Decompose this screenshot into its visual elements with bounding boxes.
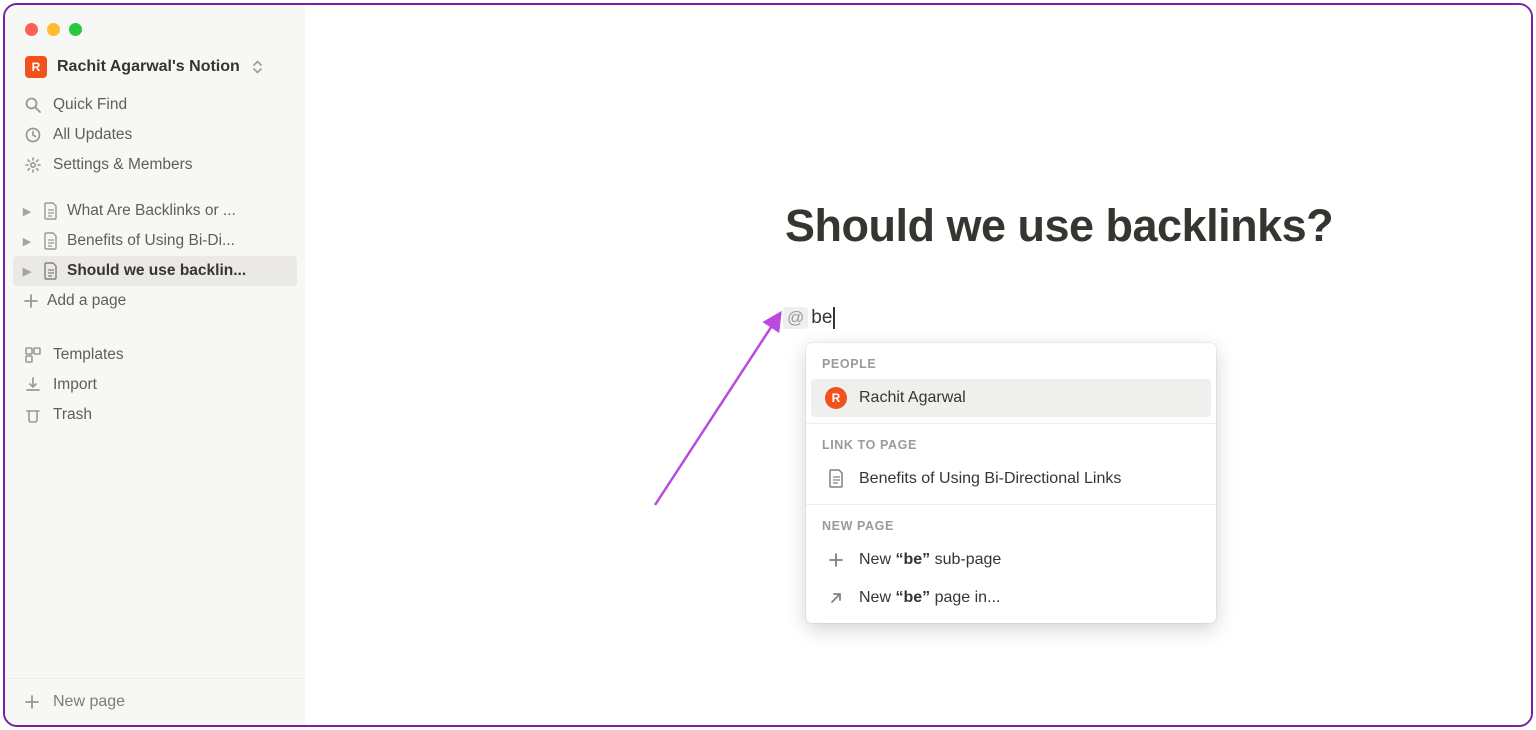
mention-link-page-item[interactable]: Benefits of Using Bi-Directional Links (811, 460, 1211, 498)
mention-query-text: be (811, 307, 832, 329)
section-label-newpage: NEW PAGE (806, 505, 1216, 541)
disclosure-triangle-icon[interactable]: ▶ (19, 265, 35, 278)
sidebar-bottom-nav: Templates Import Trash (5, 320, 305, 432)
workspace-switcher[interactable]: R Rachit Agarwal's Notion (5, 36, 305, 88)
editor-line[interactable]: @ be (783, 307, 835, 329)
workspace-name: Rachit Agarwal's Notion (57, 58, 240, 76)
mention-person-item[interactable]: R Rachit Agarwal (811, 379, 1211, 417)
templates-button[interactable]: Templates (13, 340, 297, 370)
import-icon (23, 375, 43, 395)
all-updates-label: All Updates (53, 126, 132, 144)
new-page-button[interactable]: New page (5, 678, 305, 725)
clock-icon (23, 125, 43, 145)
fullscreen-window-button[interactable] (69, 23, 82, 36)
new-page-in-label: New “be” page in... (859, 589, 1000, 607)
import-label: Import (53, 376, 97, 394)
page-icon (41, 261, 61, 281)
sidebar-top-nav: Quick Find All Updates Settings & Member… (5, 88, 305, 182)
new-page-in-item[interactable]: New “be” page in... (811, 579, 1211, 623)
quick-find-button[interactable]: Quick Find (13, 90, 297, 120)
arrow-up-right-icon (825, 587, 847, 609)
person-name: Rachit Agarwal (859, 389, 966, 407)
sidebar-pages: ▶ What Are Backlinks or ... ▶ Benefits o… (5, 182, 305, 320)
new-sub-page-label: New “be” sub-page (859, 551, 1001, 569)
all-updates-button[interactable]: All Updates (13, 120, 297, 150)
add-a-page-button[interactable]: Add a page (13, 286, 297, 316)
workspace-badge: R (25, 56, 47, 78)
section-label-link: LINK TO PAGE (806, 424, 1216, 460)
mention-menu: PEOPLE R Rachit Agarwal LINK TO PAGE Ben… (806, 343, 1216, 623)
sidebar-page-what-are-backlinks[interactable]: ▶ What Are Backlinks or ... (13, 196, 297, 226)
page-label: What Are Backlinks or ... (67, 202, 236, 220)
plus-icon (825, 549, 847, 571)
settings-button[interactable]: Settings & Members (13, 150, 297, 180)
gear-icon (23, 155, 43, 175)
new-sub-page-item[interactable]: New “be” sub-page (811, 541, 1211, 579)
trash-button[interactable]: Trash (13, 400, 297, 430)
close-window-button[interactable] (25, 23, 38, 36)
sidebar-page-should-we-use-backlinks[interactable]: ▶ Should we use backlin... (13, 256, 297, 286)
sidebar-page-benefits[interactable]: ▶ Benefits of Using Bi-Di... (13, 226, 297, 256)
add-page-label: Add a page (47, 292, 126, 310)
text-cursor (833, 307, 835, 329)
page-label: Should we use backlin... (67, 262, 246, 280)
link-page-name: Benefits of Using Bi-Directional Links (859, 470, 1121, 488)
page-icon (41, 231, 61, 251)
disclosure-triangle-icon[interactable]: ▶ (19, 205, 35, 218)
plus-icon (23, 693, 41, 711)
new-page-label: New page (53, 693, 125, 711)
plus-icon (21, 291, 41, 311)
page-label: Benefits of Using Bi-Di... (67, 232, 235, 250)
trash-icon (23, 405, 43, 425)
app-window: R Rachit Agarwal's Notion Quick Find All… (3, 3, 1533, 727)
templates-label: Templates (53, 346, 124, 364)
minimize-window-button[interactable] (47, 23, 60, 36)
mention-token: @ (783, 307, 808, 329)
page-icon (41, 201, 61, 221)
at-symbol: @ (787, 308, 804, 328)
settings-label: Settings & Members (53, 156, 193, 174)
disclosure-triangle-icon[interactable]: ▶ (19, 235, 35, 248)
sidebar: R Rachit Agarwal's Notion Quick Find All… (5, 5, 305, 725)
import-button[interactable]: Import (13, 370, 297, 400)
chevron-updown-icon (252, 60, 263, 74)
avatar: R (825, 387, 847, 409)
trash-label: Trash (53, 406, 92, 424)
page-title[interactable]: Should we use backlinks? (785, 200, 1333, 252)
annotation-arrow (649, 305, 799, 515)
section-label-people: PEOPLE (806, 343, 1216, 379)
main-content: Should we use backlinks? @ be PEOPLE R R… (305, 5, 1531, 725)
quick-find-label: Quick Find (53, 96, 127, 114)
page-icon (825, 468, 847, 490)
templates-icon (23, 345, 43, 365)
search-icon (23, 95, 43, 115)
window-controls (5, 5, 305, 36)
